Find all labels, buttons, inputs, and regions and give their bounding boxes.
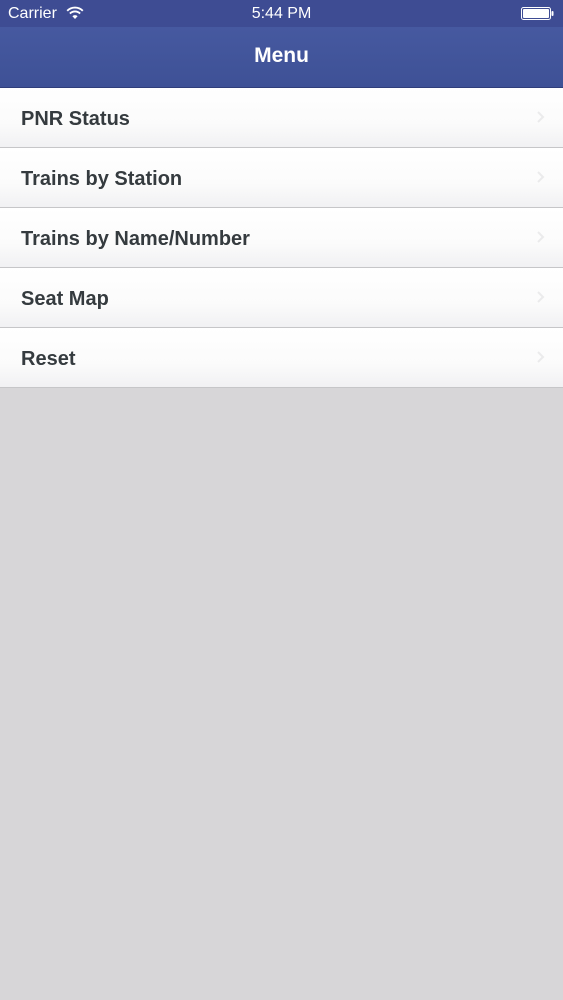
battery-icon: [521, 7, 554, 20]
menu-item-label: Trains by Name/Number: [21, 228, 250, 250]
menu-item-reset[interactable]: Reset: [0, 328, 563, 388]
chevron-right-icon: [537, 111, 545, 123]
menu-item-trains-by-station[interactable]: Trains by Station: [0, 148, 563, 208]
menu-list: PNR Status Trains by Station Trains by N…: [0, 88, 563, 388]
menu-item-label: Seat Map: [21, 288, 109, 310]
chevron-right-icon: [537, 231, 545, 243]
status-bar: Carrier 5:44 PM: [0, 0, 563, 27]
clock-time: 5:44 PM: [251, 5, 312, 22]
chevron-right-icon: [537, 171, 545, 183]
menu-item-seat-map[interactable]: Seat Map: [0, 268, 563, 328]
page-title: Menu: [254, 44, 309, 67]
menu-item-label: Trains by Station: [21, 168, 183, 190]
chevron-right-icon: [537, 291, 545, 303]
chevron-right-icon: [537, 351, 545, 363]
navigation-bar: Menu: [0, 27, 563, 88]
menu-item-trains-by-name-number[interactable]: Trains by Name/Number: [0, 208, 563, 268]
menu-item-label: Reset: [21, 348, 76, 370]
menu-item-pnr-status[interactable]: PNR Status: [0, 88, 563, 148]
menu-item-label: PNR Status: [21, 108, 130, 130]
